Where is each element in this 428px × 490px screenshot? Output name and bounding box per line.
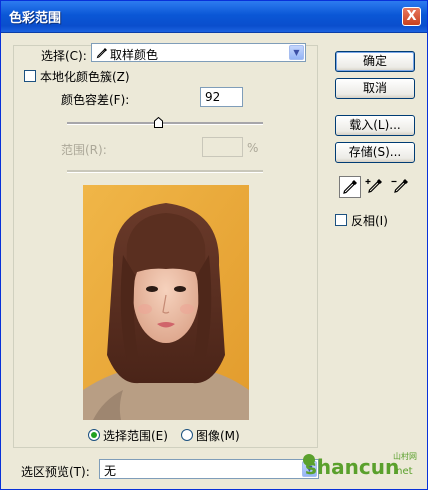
- eyedropper-tool[interactable]: [339, 176, 361, 198]
- eyedropper-minus-tool[interactable]: [391, 176, 413, 198]
- select-value: 取样颜色: [110, 48, 159, 62]
- preview-image: [83, 185, 249, 420]
- watermark: shancun 山村网 .net: [301, 446, 419, 485]
- fuzziness-input[interactable]: 92: [200, 87, 243, 107]
- svg-text:.net: .net: [393, 466, 413, 477]
- fuzziness-label: 颜色容差(F):: [61, 93, 130, 107]
- selection-radio-label: 选择范围(E): [103, 429, 168, 443]
- select-label: 选择(C):: [41, 49, 87, 63]
- eyedropper-minus-icon: [391, 179, 408, 193]
- range-slider-track: [67, 170, 263, 173]
- range-input: [202, 137, 243, 157]
- color-range-dialog: 色彩范围 X 选择(C): 取样颜色 ▼ 本地化颜色簇(Z) 颜色容差(F): …: [0, 0, 428, 490]
- eyedropper-plus-icon: [365, 179, 382, 193]
- selection-preview-label: 选区预览(T):: [21, 465, 90, 479]
- load-button[interactable]: 载入(L)...: [335, 115, 415, 136]
- fuzziness-value: 92: [205, 90, 221, 104]
- range-unit: %: [247, 141, 259, 155]
- title-bar[interactable]: 色彩范围 X: [1, 1, 427, 33]
- selection-preview-value: 无: [104, 464, 117, 478]
- selection-preview-dropdown[interactable]: 无 ▼: [99, 459, 319, 479]
- svg-text:shancun: shancun: [305, 455, 399, 479]
- save-button[interactable]: 存储(S)...: [335, 142, 415, 163]
- dialog-title: 色彩范围: [9, 11, 62, 26]
- eyedropper-icon: [343, 180, 357, 194]
- image-radio[interactable]: [181, 429, 193, 441]
- selection-radio[interactable]: [88, 429, 100, 441]
- close-icon: X: [406, 9, 417, 24]
- select-dropdown[interactable]: 取样颜色 ▼: [91, 43, 306, 62]
- fuzziness-slider-thumb[interactable]: [154, 117, 163, 128]
- eyedropper-icon: [96, 48, 107, 59]
- invert-label: 反相(I): [351, 214, 388, 228]
- cancel-button[interactable]: 取消: [335, 78, 415, 99]
- eyedropper-plus-tool[interactable]: [365, 176, 387, 198]
- range-label: 范围(R):: [61, 143, 107, 157]
- invert-checkbox[interactable]: [335, 214, 347, 226]
- svg-text:山村网: 山村网: [393, 451, 417, 461]
- image-radio-label: 图像(M): [196, 429, 240, 443]
- fuzziness-slider-track[interactable]: [67, 122, 263, 125]
- chevron-down-icon[interactable]: ▼: [289, 45, 304, 60]
- localized-clusters-label: 本地化颜色簇(Z): [40, 70, 130, 84]
- localized-clusters-checkbox[interactable]: [24, 70, 36, 82]
- close-button[interactable]: X: [402, 7, 421, 26]
- ok-button[interactable]: 确定: [335, 51, 415, 72]
- radio-selected-dot: [91, 432, 97, 438]
- portrait-photo: [83, 185, 249, 420]
- shancun-logo: shancun 山村网 .net: [303, 451, 417, 479]
